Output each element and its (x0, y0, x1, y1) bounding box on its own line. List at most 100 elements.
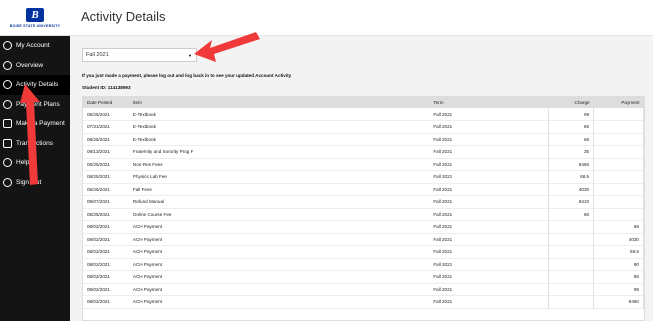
cell-term: Fall 2021 (433, 111, 453, 117)
term-select[interactable]: Fall 2021 ▼ (82, 48, 197, 62)
cell-item: ACH Payment (132, 299, 163, 305)
cell-date-posted: 08/25/2021 (87, 174, 110, 180)
cell-item: Fraternity and Sorority Prog F (132, 149, 194, 155)
user-icon (3, 41, 12, 51)
cell-item: ACH Payment (132, 224, 163, 230)
table-row: 05/25/2021 Fall Fees Fall 2021 4030 (83, 183, 644, 196)
cell-payment: 90 (593, 258, 644, 271)
sidebar-item-my-account[interactable]: My Account (0, 36, 70, 56)
cell-payment: 99 (593, 283, 644, 296)
cell-term: Fall 2021 (433, 211, 453, 217)
cell-date-posted: 08/02/2021 (87, 236, 110, 242)
cell-charge: 68.5 (548, 170, 595, 183)
cell-term: Fall 2021 (433, 286, 453, 292)
cell-date-posted: 08/25/2021 (87, 136, 110, 142)
column-header-payment: Payment (593, 97, 644, 108)
cell-date-posted: 05/25/2021 (87, 186, 110, 192)
gear-icon (3, 99, 12, 109)
cell-item: Refund Manual (132, 199, 165, 205)
cell-payment (593, 158, 644, 171)
cell-payment (593, 145, 644, 158)
column-header-charge: Charge (548, 97, 594, 108)
cell-charge (548, 283, 595, 296)
table-header-row: Date Posted Item Term Charge Payment (83, 97, 644, 108)
app-root: B BOISE STATE UNIVERSITY My Account Over… (0, 0, 653, 321)
cell-term: Fall 2021 (433, 124, 453, 130)
cell-charge: 8410 (548, 195, 595, 208)
cell-date-posted: 05/25/2021 (87, 111, 110, 117)
sidebar-item-make-payment[interactable]: Make a Payment (0, 114, 70, 134)
cell-payment (593, 170, 644, 183)
cell-date-posted: 08/13/2021 (87, 149, 110, 155)
cell-item: Online Course Fee (132, 211, 172, 217)
sidebar-item-transactions[interactable]: Transactions (0, 134, 70, 154)
cell-item: Non-Res Fees (132, 161, 163, 167)
sidebar-item-label: Payment Plans (16, 100, 60, 108)
table-row: 08/25/2021 E-Textbook Fall 2021 66 (83, 133, 644, 146)
cell-date-posted: 09/07/2021 (87, 199, 110, 205)
sidebar-item-label: Activity Details (16, 81, 59, 89)
cell-payment: 8460 (593, 295, 644, 308)
cell-payment (593, 195, 644, 208)
sidebar-item-help[interactable]: Help (0, 153, 70, 173)
activity-table-container[interactable]: Date Posted Item Term Charge Payment 05/… (82, 96, 645, 321)
column-header-term: Term (429, 97, 549, 108)
cell-date-posted: 08/02/2021 (87, 286, 110, 292)
cell-charge (548, 270, 595, 283)
cell-term: Fall 2021 (433, 224, 453, 230)
cell-payment (593, 133, 644, 146)
table-row: 08/02/2021 ACH Payment Fall 2021 4030 (83, 233, 644, 246)
table-row: 05/25/2021 Non-Res Fees Fall 2021 8460 (83, 158, 644, 171)
help-icon (3, 158, 12, 168)
cell-payment: 66 (593, 220, 644, 233)
table-row: 08/25/2021 Physics Lab Fee Fall 2021 68.5 (83, 170, 644, 183)
table-body: 05/25/2021 E-Textbook Fall 2021 99 07/31/202… (83, 108, 644, 308)
cell-charge: 8460 (548, 158, 595, 171)
cell-charge (548, 295, 595, 308)
logo-mark: B (26, 7, 44, 22)
cell-term: Fall 2021 (433, 236, 453, 242)
main-content: Fall 2021 ▼ If you just made a payment, … (70, 36, 653, 321)
table-row: 08/13/2021 Fraternity and Sorority Prog F… (83, 145, 644, 158)
card-icon (3, 119, 12, 129)
cell-charge: 66 (548, 133, 595, 146)
sidebar-item-sign-out[interactable]: Sign Out (0, 173, 70, 193)
cell-item: E-Textbook (132, 124, 156, 130)
sidebar-item-activity-details[interactable]: Activity Details (0, 75, 70, 95)
table-row: 08/02/2021 ACH Payment Fall 2021 66 (83, 220, 644, 233)
university-logo[interactable]: B BOISE STATE UNIVERSITY (0, 0, 70, 36)
cell-charge: 35 (548, 145, 595, 158)
sidebar-nav: My Account Overview Activity Details Pay… (0, 36, 70, 192)
page-header: Activity Details (70, 0, 653, 36)
sidebar: B BOISE STATE UNIVERSITY My Account Over… (0, 0, 70, 321)
sign-out-icon (3, 177, 12, 187)
payment-notice: If you just made a payment, please log o… (82, 73, 292, 78)
cell-item: ACH Payment (132, 249, 163, 255)
cell-payment: 68.5 (593, 245, 644, 258)
list-icon (3, 138, 12, 148)
sidebar-item-overview[interactable]: Overview (0, 56, 70, 76)
table-row: 08/02/2021 ACH Payment Fall 2021 8460 (83, 295, 644, 308)
cell-item: Fall Fees (132, 186, 152, 192)
cell-charge: 4030 (548, 183, 595, 196)
cell-payment: 4030 (593, 233, 644, 246)
sidebar-item-label: Make a Payment (16, 120, 65, 128)
cell-date-posted: 08/02/2021 (87, 299, 110, 305)
sidebar-item-label: Transactions (16, 139, 53, 147)
cell-date-posted: 08/02/2021 (87, 274, 110, 280)
cell-term: Fall 2021 (433, 274, 453, 280)
cell-item: E-Textbook (132, 136, 156, 142)
sidebar-item-label: Sign Out (16, 178, 42, 186)
dashboard-icon (3, 60, 12, 70)
table-row: 05/25/2021 Online Course Fee Fall 2021 60 (83, 208, 644, 221)
term-select-value: Fall 2021 (86, 52, 109, 58)
cell-term: Fall 2021 (433, 261, 453, 267)
cell-date-posted: 08/02/2021 (87, 224, 110, 230)
cell-term: Fall 2021 (433, 174, 453, 180)
table-row: 09/07/2021 Refund Manual Fall 2021 8410 (83, 195, 644, 208)
sidebar-item-payment-plans[interactable]: Payment Plans (0, 95, 70, 115)
cell-payment (593, 183, 644, 196)
column-header-date-posted: Date Posted (83, 97, 129, 108)
cell-term: Fall 2021 (433, 149, 453, 155)
cell-term: Fall 2021 (433, 249, 453, 255)
